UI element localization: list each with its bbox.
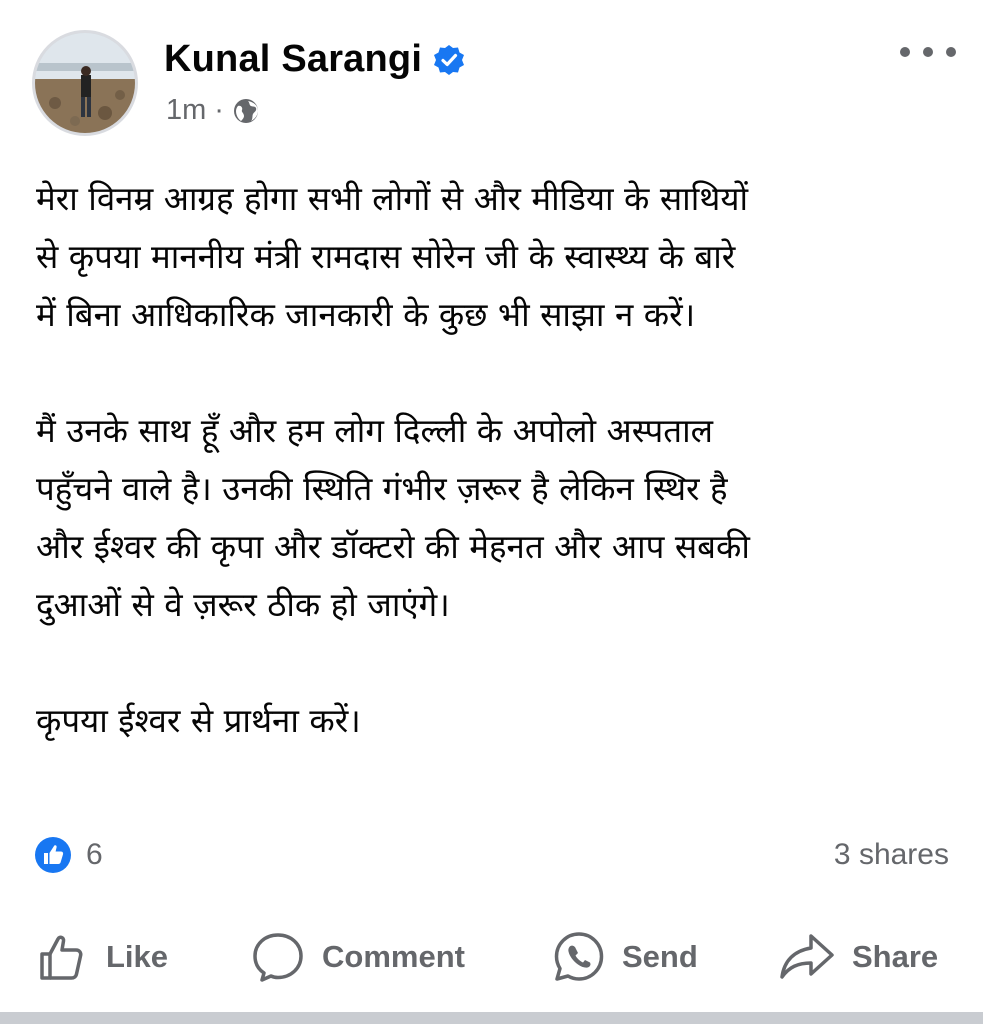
reaction-count: 6: [86, 838, 103, 871]
post-timestamp[interactable]: 1m: [166, 94, 206, 127]
verified-badge-icon: [432, 43, 466, 77]
more-dot: [923, 47, 933, 57]
more-dot: [946, 47, 956, 57]
share-icon: [780, 934, 834, 979]
post-paragraph: मैं उनके साथ हूँ और हम लोग दिल्ली के अपो…: [36, 411, 750, 624]
comment-label: Comment: [322, 939, 465, 974]
like-label: Like: [106, 939, 169, 974]
meta-separator: ·: [214, 94, 224, 126]
post-paragraph: कृपया ईश्वर से प्रार्थना करें।: [36, 701, 361, 740]
like-button[interactable]: Like: [36, 920, 168, 994]
more-dot: [900, 47, 910, 57]
avatar[interactable]: [32, 30, 138, 136]
action-bar: Like Comment Send Share: [0, 920, 983, 994]
section-divider: [0, 1012, 983, 1024]
reactions-summary[interactable]: 6: [34, 836, 103, 874]
whatsapp-icon: [554, 932, 604, 981]
post-paragraph: मेरा विनम्र आग्रह होगा सभी लोगों से और म…: [36, 179, 749, 334]
thumbs-up-icon: [40, 935, 83, 980]
globe-icon: [232, 97, 260, 125]
share-button[interactable]: Share: [778, 920, 938, 994]
send-button[interactable]: Send: [552, 920, 698, 994]
comment-button[interactable]: Comment: [250, 920, 465, 994]
more-options-icon[interactable]: [900, 42, 956, 62]
send-label: Send: [622, 939, 698, 974]
author-name[interactable]: Kunal Sarangi: [164, 38, 422, 81]
post-text: मेरा विनम्र आग्रह होगा सभी लोगों से और म…: [36, 170, 956, 750]
like-reaction-icon: [34, 836, 72, 874]
shares-count[interactable]: 3 shares: [834, 836, 949, 874]
share-label: Share: [852, 939, 939, 974]
comment-icon: [253, 933, 303, 982]
